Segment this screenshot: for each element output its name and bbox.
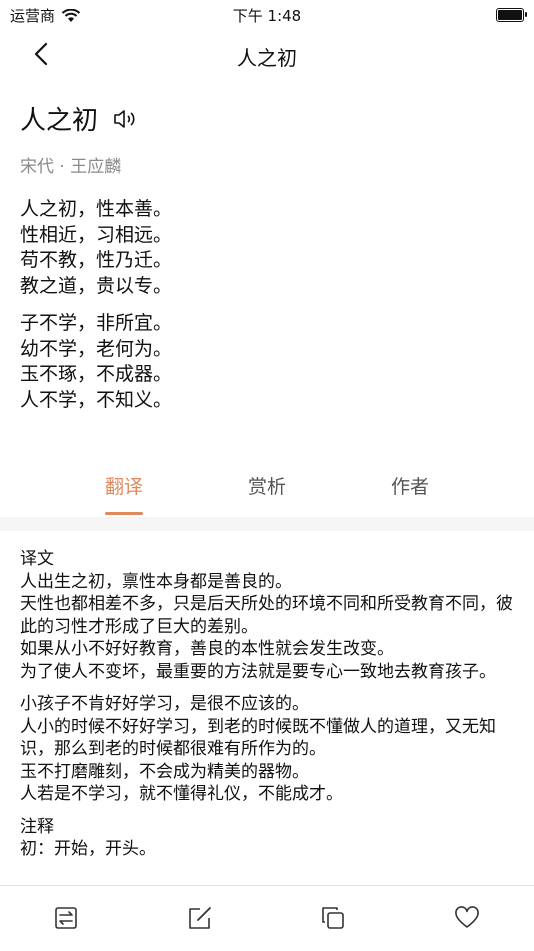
text-line: 如果从小不好好教育，善良的本性就会发生改变。	[20, 639, 394, 659]
text-line: 玉不打磨雕刻，不会成为精美的器物。	[20, 761, 309, 782]
poem-line: 人之初，性本善。	[20, 198, 173, 220]
poem-line: 幼不学，老何为。	[20, 337, 173, 360]
tab-indicator	[105, 512, 143, 515]
text-line: 人出生之初，禀性本身都是善良的。	[20, 571, 292, 592]
poem-stanza: 人之初，性本善。 性相近，习相远。 苟不教，性乃迁。 教之道，贵以专。	[20, 197, 172, 299]
bottom-toolbar	[0, 885, 534, 951]
section-heading: 译文	[20, 549, 54, 569]
edit-icon[interactable]	[186, 904, 214, 932]
poem-line: 教之道，贵以专。	[20, 274, 173, 297]
translation-content: 译文 人出生之初，禀性本身都是善良的。 天性也都相差不多，只是后天所处的环境不同…	[20, 548, 520, 871]
tab-appreciation[interactable]: 赏析	[217, 472, 317, 499]
translation-paragraph: 译文 人出生之初，禀性本身都是善良的。 天性也都相差不多，只是后天所处的环境不同…	[20, 548, 520, 683]
page-title: 人之初	[237, 46, 297, 70]
section-heading: 注释	[20, 816, 54, 837]
text-line: 天性也都相差不多，只是后天所处的环境不同和所受教育不同，彼此的习性才形成了巨大的…	[20, 594, 513, 637]
notes-paragraph: 注释 初：开始，开头。	[20, 816, 520, 861]
nav-bar: 人之初	[0, 32, 534, 76]
tab-author[interactable]: 作者	[360, 472, 460, 499]
text-line: 小孩子不肯好好学习，是很不应该的。	[20, 694, 309, 714]
poem-stanza: 子不学，非所宜。 幼不学，老何为。 玉不琢，不成器。 人不学，不知义。	[20, 311, 172, 413]
poem-line: 人不学，不知义。	[20, 388, 173, 411]
poem-title: 人之初	[20, 106, 99, 136]
text-line: 人若是不学习，就不懂得礼仪，不能成才。	[20, 784, 343, 804]
poem-body: 人之初，性本善。 性相近，习相远。 苟不教，性乃迁。 教之道，贵以专。 子不学，…	[20, 197, 172, 425]
tab-bar: 翻译 赏析 作者	[0, 462, 534, 518]
poem-line: 玉不琢，不成器。	[20, 363, 173, 385]
copy-icon[interactable]	[319, 904, 347, 932]
text-line: 人小的时候不好好学习，到老的时候既不懂做人的道理，又无知识，那么到老的时候都很难…	[20, 716, 496, 760]
battery-icon	[496, 8, 527, 22]
heart-icon[interactable]	[453, 904, 481, 932]
poem-line: 性相近，习相远。	[20, 223, 173, 246]
content-scroll[interactable]: 译文 人出生之初，禀性本身都是善良的。 天性也都相差不多，只是后天所处的环境不同…	[0, 540, 534, 885]
translation-paragraph: 小孩子不肯好好学习，是很不应该的。 人小的时候不好好学习，到老的时候既不懂做人的…	[20, 693, 520, 806]
text-line: 为了使人不变坏，最重要的方法就是要专心一致地去教育孩子。	[20, 661, 496, 682]
swap-icon[interactable]	[52, 904, 80, 932]
status-bar: 运营商 下午 1:48	[0, 0, 534, 30]
text-line: 初：开始，开头。	[20, 839, 156, 859]
speaker-icon[interactable]	[112, 106, 138, 132]
poem-line: 苟不教，性乃迁。	[20, 249, 173, 271]
status-time: 下午 1:48	[232, 7, 302, 25]
poem-line: 子不学，非所宜。	[20, 312, 173, 334]
poem-author: 宋代 · 王应麟	[20, 157, 122, 177]
tab-translation[interactable]: 翻译	[74, 472, 174, 499]
section-divider	[0, 517, 534, 531]
poem-header: 人之初	[20, 100, 138, 137]
